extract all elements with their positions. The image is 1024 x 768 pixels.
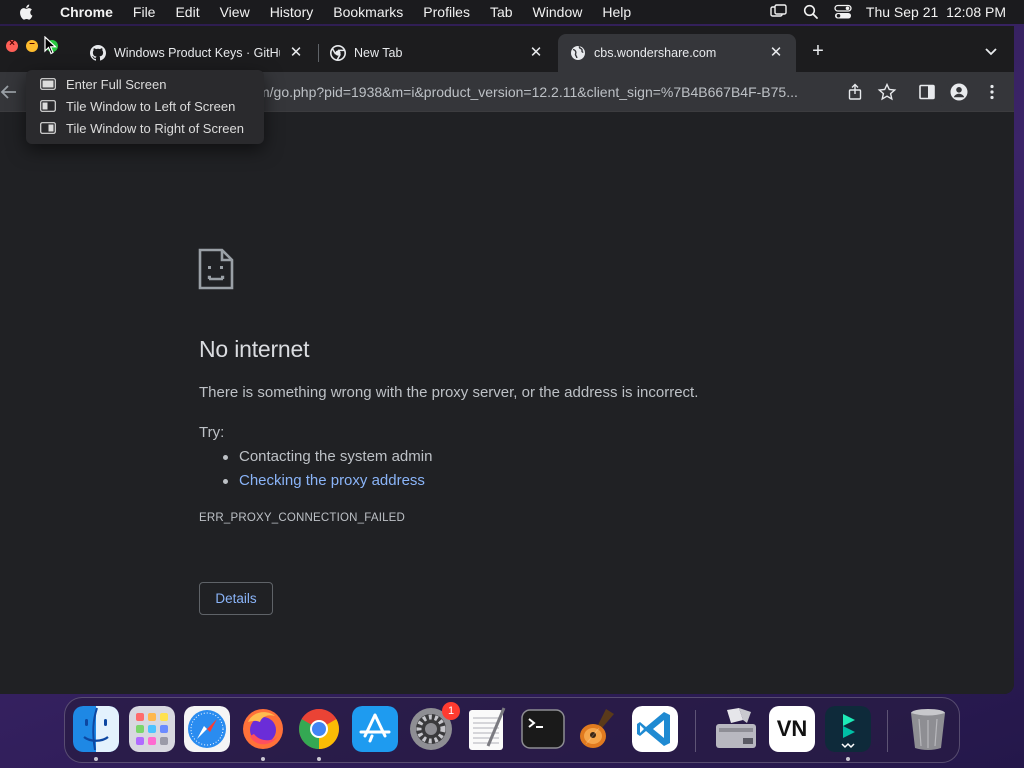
tile-right-icon <box>40 122 56 134</box>
mouse-pointer-icon <box>44 36 58 55</box>
close-tab-icon[interactable]: ✕ <box>528 45 544 61</box>
system-settings-app[interactable]: 1 <box>408 702 460 752</box>
menu-profiles[interactable]: Profiles <box>413 4 480 20</box>
finder-icon[interactable] <box>73 706 119 752</box>
apple-logo-icon[interactable] <box>18 3 36 21</box>
suggestion-check-proxy-link[interactable]: Checking the proxy address <box>222 472 432 496</box>
control-center-icon[interactable] <box>834 4 852 20</box>
menu-enter-full-screen[interactable]: Enter Full Screen <box>26 73 264 95</box>
tab-search-chevron-icon[interactable] <box>980 40 1002 62</box>
screen-mirroring-icon[interactable] <box>770 4 788 20</box>
globe-icon <box>571 46 585 60</box>
dock-separator <box>695 710 696 752</box>
window-tiling-menu: Enter Full Screen Tile Window to Left of… <box>26 70 264 144</box>
new-tab-plus-icon[interactable]: + <box>806 40 830 64</box>
menu-view[interactable]: View <box>210 4 260 20</box>
address-bar-url[interactable]: m/go.php?pid=1938&m=i&product_version=12… <box>250 84 840 100</box>
suggestion-contact-admin: Contacting the system admin <box>222 448 432 472</box>
safari-icon[interactable] <box>184 706 230 752</box>
tab-title: Windows Product Keys · GitHub <box>114 46 280 60</box>
github-icon <box>90 45 106 61</box>
dock: 1 VN <box>64 697 960 763</box>
trash-icon[interactable] <box>905 706 951 752</box>
menu-help[interactable]: Help <box>592 4 641 20</box>
back-arrow-icon[interactable] <box>0 82 18 102</box>
menu-item-label: Enter Full Screen <box>66 76 167 92</box>
side-panel-icon[interactable] <box>917 82 937 102</box>
menu-window[interactable]: Window <box>523 4 593 20</box>
chrome-icon[interactable] <box>296 706 342 752</box>
minimize-glyph-icon: – <box>29 38 35 49</box>
details-button[interactable]: Details <box>199 582 273 615</box>
chrome-icon <box>330 45 346 61</box>
spotlight-search-icon[interactable] <box>802 4 820 20</box>
try-label: Try: <box>199 424 225 441</box>
menu-history[interactable]: History <box>260 4 324 20</box>
launchpad-icon[interactable] <box>129 706 175 752</box>
error-title: No internet <box>199 336 310 362</box>
menu-tab[interactable]: Tab <box>480 4 523 20</box>
close-glyph-icon: × <box>9 38 15 49</box>
vn-icon[interactable]: VN <box>769 706 815 752</box>
tab-title: New Tab <box>354 46 403 60</box>
sad-page-icon <box>198 248 234 290</box>
more-menu-icon[interactable] <box>982 82 1002 102</box>
menu-bar-status-area: Thu Sep 21 12:08 PM <box>770 4 1024 20</box>
bookmark-star-icon[interactable] <box>877 82 897 102</box>
tab-github[interactable]: Windows Product Keys · GitHub ✕ <box>78 34 316 72</box>
vn-label: VN <box>776 716 808 741</box>
running-indicator <box>261 757 265 761</box>
close-window-button[interactable]: × <box>6 38 18 52</box>
bootcamp-icon[interactable] <box>713 706 759 752</box>
firefox-icon[interactable] <box>240 706 286 752</box>
share-icon[interactable] <box>845 82 865 102</box>
error-page: No internet There is something wrong wit… <box>0 112 1014 694</box>
tab-wondershare[interactable]: cbs.wondershare.com ✕ <box>558 34 796 72</box>
dock-separator <box>887 710 888 752</box>
error-description: There is something wrong with the proxy … <box>199 384 699 401</box>
menu-file[interactable]: File <box>123 4 166 20</box>
menu-item-label: Tile Window to Left of Screen <box>66 98 236 114</box>
running-indicator <box>94 757 98 761</box>
profile-avatar-icon[interactable] <box>949 82 969 102</box>
error-code: ERR_PROXY_CONNECTION_FAILED <box>199 512 406 524</box>
garageband-icon[interactable] <box>576 706 622 752</box>
close-tab-icon[interactable]: ✕ <box>288 45 304 61</box>
notification-badge: 1 <box>442 702 460 720</box>
terminal-icon[interactable] <box>520 706 566 752</box>
close-tab-icon[interactable]: ✕ <box>768 45 784 61</box>
tab-new-tab[interactable]: New Tab ✕ <box>318 34 556 72</box>
menu-item-label: Tile Window to Right of Screen <box>66 120 244 136</box>
running-indicator <box>846 757 850 761</box>
menu-bookmarks[interactable]: Bookmarks <box>323 4 413 20</box>
menu-bar-clock[interactable]: Thu Sep 21 12:08 PM <box>866 4 1006 20</box>
tab-title: cbs.wondershare.com <box>594 46 717 60</box>
menu-app-chrome[interactable]: Chrome <box>50 4 123 20</box>
vscode-icon[interactable] <box>632 706 678 752</box>
minimize-window-button[interactable]: – <box>26 38 38 52</box>
filmora-icon[interactable] <box>825 706 871 752</box>
menu-tile-right[interactable]: Tile Window to Right of Screen <box>26 117 264 139</box>
tile-left-icon <box>40 100 56 112</box>
suggestion-list: Contacting the system admin Checking the… <box>222 448 432 496</box>
tab-strip: × – Windows Product Keys · GitHub ✕ New … <box>0 26 1014 72</box>
app-store-icon[interactable] <box>352 706 398 752</box>
menu-tile-left[interactable]: Tile Window to Left of Screen <box>26 95 264 117</box>
menu-edit[interactable]: Edit <box>165 4 209 20</box>
textedit-icon[interactable] <box>464 706 510 752</box>
running-indicator <box>317 757 321 761</box>
chrome-window: × – Windows Product Keys · GitHub ✕ New … <box>0 26 1014 694</box>
full-screen-icon <box>40 78 56 90</box>
menu-bar: Chrome File Edit View History Bookmarks … <box>0 0 1024 24</box>
